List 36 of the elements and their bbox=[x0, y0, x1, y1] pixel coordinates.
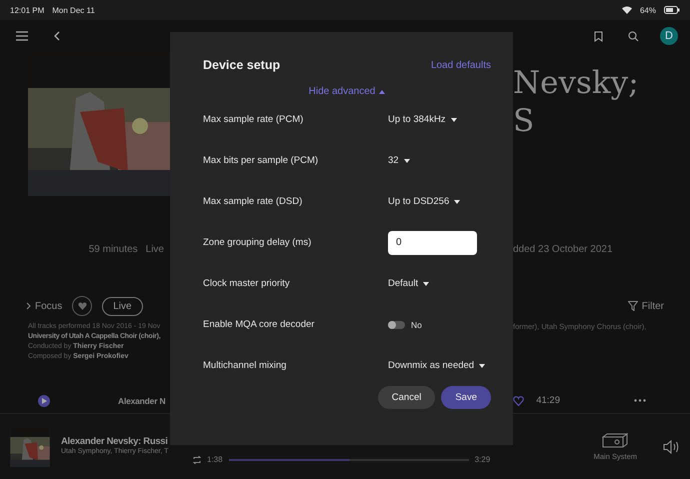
setting-label: Enable MQA core decoder bbox=[203, 319, 316, 330]
dialog-title: Device setup bbox=[203, 58, 280, 72]
setting-label: Clock master priority bbox=[203, 278, 291, 289]
save-button[interactable]: Save bbox=[441, 386, 491, 409]
setting-label: Max sample rate (DSD) bbox=[203, 196, 304, 207]
filter-button[interactable]: Filter bbox=[628, 300, 664, 312]
status-date: Mon Dec 11 bbox=[52, 6, 95, 14]
setting-label: Max bits per sample (PCM) bbox=[203, 155, 320, 166]
input-field[interactable]: 0 bbox=[388, 230, 477, 254]
focus-button[interactable]: Focus bbox=[26, 300, 62, 312]
total-time: 3:29 bbox=[474, 455, 490, 464]
user-avatar[interactable]: D bbox=[660, 27, 678, 45]
live-tag[interactable]: Live bbox=[102, 296, 143, 316]
track-title: Alexander N bbox=[118, 396, 166, 406]
cancel-button[interactable]: Cancel bbox=[378, 386, 436, 409]
album-title: S bbox=[513, 102, 536, 140]
setting-label: Zone grouping delay (ms) bbox=[203, 237, 312, 248]
elapsed-time: 1:38 bbox=[207, 455, 223, 464]
dropdown[interactable]: Up to DSD256 bbox=[388, 196, 460, 207]
setting-label: Multichannel mixing bbox=[203, 360, 288, 371]
status-time: 12:01 PM bbox=[10, 6, 44, 14]
battery-percent: 64% bbox=[640, 6, 656, 14]
setting-label: Max sample rate (PCM) bbox=[203, 114, 304, 125]
dropdown[interactable]: Default bbox=[388, 278, 430, 289]
advanced-toggle[interactable]: Hide advanced bbox=[308, 86, 386, 97]
album-added-date: dded 23 October 2021 bbox=[513, 244, 613, 254]
dropdown[interactable]: Downmix as needed bbox=[388, 360, 486, 371]
toggle-label: No bbox=[411, 320, 422, 330]
album-title: Nevsky; bbox=[513, 64, 639, 102]
dropdown[interactable]: 32 bbox=[388, 155, 410, 166]
now-playing-title: Alexander Nevsky: Russi bbox=[61, 436, 168, 447]
album-meta: Live bbox=[146, 244, 164, 254]
track-duration: 41:29 bbox=[536, 395, 560, 406]
load-defaults-link[interactable]: Load defaults bbox=[430, 60, 491, 70]
dropdown[interactable]: Up to 384kHz bbox=[388, 114, 457, 125]
album-meta: 59 minutes bbox=[88, 244, 138, 254]
